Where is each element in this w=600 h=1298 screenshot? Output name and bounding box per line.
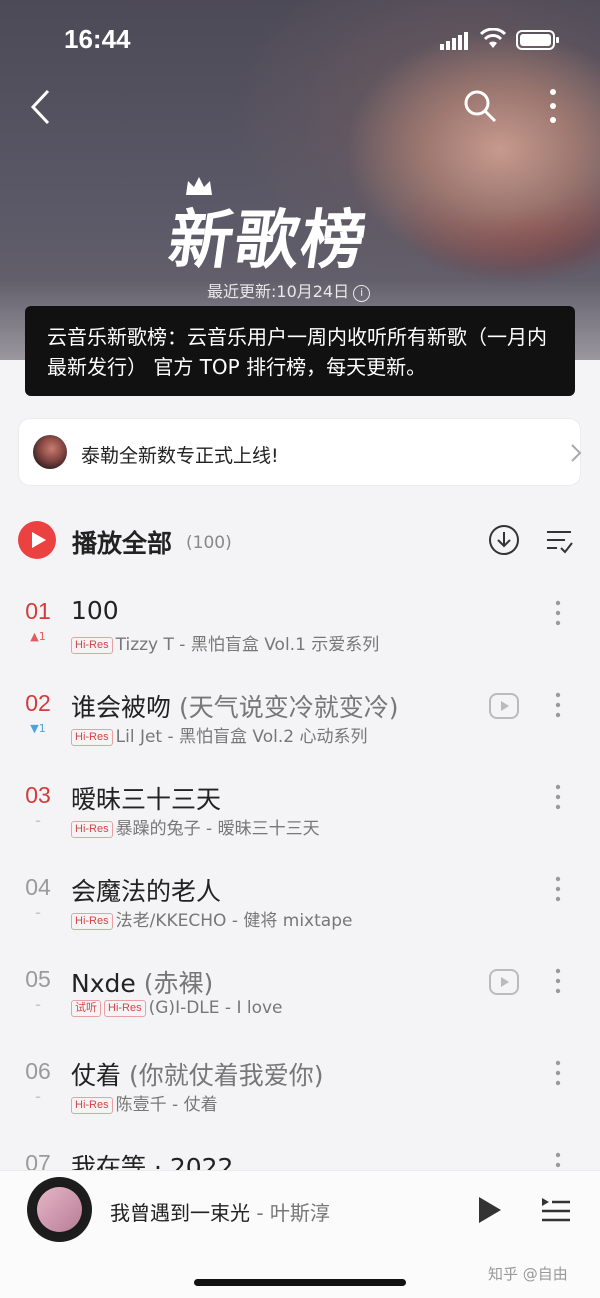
song-title-subtitle: (天气说变冷就变冷) [171, 693, 399, 722]
quality-tag: Hi-Res [71, 821, 113, 838]
rank-trend: – [35, 998, 41, 1011]
more-vertical-icon[interactable] [548, 598, 568, 628]
battery-icon [516, 30, 559, 50]
song-title: 100 [71, 596, 119, 625]
song-title: 会魔法的老人 [71, 872, 221, 908]
rank-trend: – [35, 906, 41, 919]
song-artist-album: 法老/KKECHO - 健将 mixtape [115, 911, 353, 931]
album-disc[interactable] [27, 1177, 92, 1242]
song-rank: 02 [25, 690, 51, 716]
more-vertical-icon[interactable] [542, 86, 564, 126]
song-artist-album: 暴躁的兔子 - 暧昧三十三天 [115, 819, 320, 839]
update-date-text: 最近更新:10月24日 [207, 282, 350, 301]
song-meta: Hi-Res 暴躁的兔子 - 暧昧三十三天 [71, 814, 320, 839]
song-row[interactable]: 04– 会魔法的老人 Hi-Res 法老/KKECHO - 健将 mixtape [0, 874, 600, 966]
play-icon [32, 532, 46, 548]
song-row[interactable]: 05– Nxde (赤裸) 试听 Hi-Res (G)I-DLE - I love [0, 966, 600, 1058]
song-artist-album: (G)I-DLE - I love [148, 998, 283, 1018]
play-icon[interactable] [477, 1195, 503, 1225]
rank-trend: ▲1 [30, 630, 46, 643]
more-vertical-icon[interactable] [548, 1058, 568, 1088]
play-all-label[interactable]: 播放全部 [72, 524, 172, 560]
back-icon[interactable] [28, 88, 56, 126]
song-title: 暧昧三十三天 [71, 780, 221, 816]
more-vertical-icon[interactable] [548, 782, 568, 812]
announcement-banner[interactable]: 泰勒全新数专正式上线! [18, 418, 582, 486]
page-title: 新歌榜 [163, 204, 373, 278]
avatar [33, 435, 67, 469]
rank-trend: ▼1 [30, 722, 46, 735]
song-title-main: 会魔法的老人 [71, 877, 222, 906]
watermark: 知乎 @自由 [488, 1265, 568, 1283]
song-rank: 06 [25, 1058, 51, 1084]
info-icon[interactable]: i [353, 285, 371, 302]
quality-tag: Hi-Res [71, 729, 113, 746]
song-title-subtitle: (你就仗着我爱你) [121, 1061, 324, 1090]
wifi-icon [480, 28, 506, 48]
rank-trend: – [35, 814, 41, 827]
rank-trend: – [35, 1090, 41, 1103]
now-playing-artist: - 叶斯淳 [250, 1201, 330, 1225]
song-row[interactable]: 06– 仗着 (你就仗着我爱你) Hi-Res 陈壹千 - 仗着 [0, 1058, 600, 1150]
update-date: 最近更新:10月24日 i [207, 278, 371, 302]
play-all-button[interactable] [18, 521, 56, 559]
now-playing-title: 我曾遇到一束光 [110, 1201, 250, 1225]
announcement-text: 泰勒全新数专正式上线! [81, 445, 279, 467]
cellular-signal-icon [440, 32, 468, 50]
song-meta: Hi-Res 法老/KKECHO - 健将 mixtape [71, 906, 352, 931]
song-rank: 05 [25, 966, 51, 992]
status-time: 16:44 [64, 24, 131, 54]
song-row[interactable]: 02 ▼1 谁会被吻 (天气说变冷就变冷) Hi-Res Lil Jet - 黑怕盲盒 … [0, 690, 600, 782]
song-artist-album: 陈壹千 - 仗着 [115, 1095, 218, 1115]
song-title: Nxde (赤裸) [71, 964, 213, 1000]
chart-title-logo: 新歌榜 [164, 175, 430, 278]
song-title: 谁会被吻 (天气说变冷就变冷) [71, 688, 398, 724]
more-vertical-icon[interactable] [548, 874, 568, 904]
song-title-main: 暧昧三十三天 [71, 785, 222, 814]
song-title-main: 谁会被吻 [71, 693, 172, 722]
song-artist-album: Tizzy T - 黑怕盲盒 Vol.1 示爱系列 [115, 635, 380, 655]
song-row[interactable]: 01 ▲1 100 Hi-Res Tizzy T - 黑怕盲盒 Vol.1 示爱系列 [0, 596, 600, 690]
quality-tag: Hi-Res [104, 1000, 146, 1017]
song-title-main: 100 [71, 596, 119, 625]
song-title-main: 仗着 [71, 1061, 122, 1090]
song-title: 仗着 (你就仗着我爱你) [71, 1056, 323, 1092]
quality-tag: Hi-Res [71, 913, 113, 930]
mini-player[interactable]: 我曾遇到一束光 - 叶斯淳 知乎 @自由 [0, 1170, 600, 1298]
play-all-bar: 播放全部 (100) [0, 518, 600, 564]
quality-tag: 试听 [71, 1000, 101, 1017]
song-rank: 01 [25, 598, 51, 624]
song-rank: 04 [25, 874, 51, 900]
mv-play-icon[interactable] [489, 693, 519, 719]
song-title-main: Nxde [71, 969, 136, 998]
multi-select-icon[interactable] [545, 528, 573, 554]
download-icon[interactable] [488, 524, 520, 556]
chevron-right-icon [571, 444, 582, 462]
search-icon[interactable] [462, 88, 498, 124]
status-bar: 16:44 [0, 24, 600, 58]
song-meta: Hi-Res Lil Jet - 黑怕盲盒 Vol.2 心动系列 [71, 722, 368, 747]
quality-tag: Hi-Res [71, 1097, 113, 1114]
more-vertical-icon[interactable] [548, 966, 568, 996]
song-artist-album: Lil Jet - 黑怕盲盒 Vol.2 心动系列 [115, 727, 368, 747]
song-row[interactable]: 03– 暧昧三十三天 Hi-Res 暴躁的兔子 - 暧昧三十三天 [0, 782, 600, 874]
now-playing[interactable]: 我曾遇到一束光 - 叶斯淳 [110, 1197, 330, 1226]
quality-tag: Hi-Res [71, 637, 113, 654]
song-count: (100) [186, 533, 232, 553]
home-indicator [194, 1279, 406, 1286]
more-vertical-icon[interactable] [548, 690, 568, 720]
song-meta: Hi-Res 陈壹千 - 仗着 [71, 1090, 218, 1115]
mv-play-icon[interactable] [489, 969, 519, 995]
chart-description-tooltip: 云音乐新歌榜：云音乐用户一周内收听所有新歌（一月内最新发行） 官方 TOP 排行… [25, 306, 575, 396]
song-meta: Hi-Res Tizzy T - 黑怕盲盒 Vol.1 示爱系列 [71, 630, 379, 655]
song-title-subtitle: (赤裸) [135, 969, 214, 998]
playlist-icon[interactable] [540, 1195, 572, 1225]
song-meta: 试听 Hi-Res (G)I-DLE - I love [71, 998, 283, 1018]
song-rank: 03 [25, 782, 51, 808]
